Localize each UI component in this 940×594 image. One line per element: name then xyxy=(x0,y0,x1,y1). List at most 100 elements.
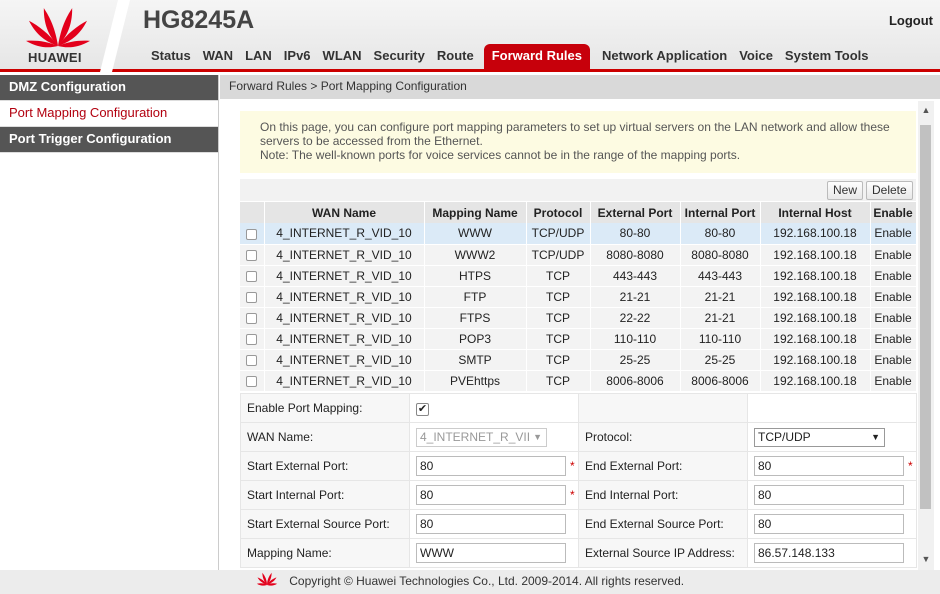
end-external-source-port-label: End External Source Port: xyxy=(578,509,748,539)
scroll-down-icon[interactable]: ▼ xyxy=(918,554,934,568)
end-external-port-input[interactable]: 80 xyxy=(754,456,904,476)
nav-wan[interactable]: WAN xyxy=(197,44,239,70)
cell-protocol: TCP xyxy=(526,370,591,392)
cell-internal-port: 21-21 xyxy=(680,286,761,308)
cell-protocol: TCP/UDP xyxy=(526,223,591,245)
end-internal-port-input[interactable]: 80 xyxy=(754,485,904,505)
table-row[interactable]: 4_INTERNET_R_VID_10 HTPS TCP 443-443 443-443… xyxy=(240,265,917,287)
cell-enable: Enable xyxy=(870,349,917,371)
delete-button[interactable]: Delete xyxy=(866,181,913,200)
content-scrollbar[interactable]: ▲ ▼ xyxy=(918,101,934,570)
required-mark: * xyxy=(570,459,575,473)
main-nav: Status WAN LAN IPv6 WLAN Security Route … xyxy=(145,44,874,70)
col-enable: Enable xyxy=(870,202,917,223)
cell-mapping-name: FTP xyxy=(424,286,527,308)
cell-wan-name: 4_INTERNET_R_VID_10 xyxy=(264,349,425,371)
cell-mapping-name: WWW2 xyxy=(424,244,527,266)
enable-port-mapping-checkbox[interactable]: ✔ xyxy=(416,402,429,416)
row-select-checkbox[interactable] xyxy=(246,375,258,387)
cell-protocol: TCP xyxy=(526,307,591,329)
scroll-up-icon[interactable]: ▲ xyxy=(918,105,934,119)
cell-protocol: TCP xyxy=(526,265,591,287)
start-external-port-input[interactable]: 80 xyxy=(416,456,566,476)
cell-wan-name: 4_INTERNET_R_VID_10 xyxy=(264,265,425,287)
cell-wan-name: 4_INTERNET_R_VID_10 xyxy=(264,307,425,329)
row-select-checkbox[interactable] xyxy=(246,249,258,261)
row-select-checkbox[interactable] xyxy=(246,228,258,240)
nav-security[interactable]: Security xyxy=(368,44,431,70)
port-mapping-form: Enable Port Mapping: ✔ WAN Name: 4_INTER… xyxy=(240,393,917,568)
end-external-source-port-input[interactable]: 80 xyxy=(754,514,904,534)
cell-protocol: TCP xyxy=(526,349,591,371)
cell-internal-host: 192.168.100.18 xyxy=(760,223,871,245)
table-row[interactable]: 4_INTERNET_R_VID_10 SMTP TCP 25-25 25-25 192.… xyxy=(240,349,917,371)
cell-enable: Enable xyxy=(870,223,917,245)
notice-line-2: servers to be accessed from the Ethernet… xyxy=(260,134,483,148)
external-source-ip-input[interactable]: 86.57.148.133 xyxy=(754,543,904,563)
nav-route[interactable]: Route xyxy=(431,44,480,70)
row-select-checkbox[interactable] xyxy=(246,291,258,303)
cell-enable: Enable xyxy=(870,286,917,308)
row-select-checkbox[interactable] xyxy=(246,333,258,345)
cell-enable: Enable xyxy=(870,265,917,287)
huawei-logo-icon xyxy=(256,570,278,594)
mapping-name-input[interactable]: WWW xyxy=(416,543,566,563)
mapping-name-label: Mapping Name: xyxy=(240,538,410,568)
start-external-source-port-label: Start External Source Port: xyxy=(240,509,410,539)
col-select xyxy=(240,202,265,223)
table-row[interactable]: 4_INTERNET_R_VID_10 WWW TCP/UDP 80-80 80-80 1… xyxy=(240,223,917,245)
nav-forward-rules[interactable]: Forward Rules xyxy=(483,44,590,70)
copyright-text: Copyright © Huawei Technologies Co., Ltd… xyxy=(289,574,685,589)
col-internal-port: Internal Port xyxy=(680,202,761,223)
row-select-checkbox[interactable] xyxy=(246,270,258,282)
cell-external-port: 8080-8080 xyxy=(590,244,681,266)
cell-external-port: 8006-8006 xyxy=(590,370,681,392)
chevron-down-icon: ▼ xyxy=(533,431,542,442)
cell-internal-host: 192.168.100.18 xyxy=(760,349,871,371)
end-internal-port-label: End Internal Port: xyxy=(578,480,748,510)
wan-name-label: WAN Name: xyxy=(240,422,410,452)
cell-wan-name: 4_INTERNET_R_VID_10 xyxy=(264,370,425,392)
table-row[interactable]: 4_INTERNET_R_VID_10 FTPS TCP 22-22 21-21 192.… xyxy=(240,307,917,329)
cell-internal-host: 192.168.100.18 xyxy=(760,370,871,392)
cell-wan-name: 4_INTERNET_R_VID_10 xyxy=(264,286,425,308)
scroll-thumb[interactable] xyxy=(920,125,931,509)
nav-status[interactable]: Status xyxy=(145,44,197,70)
start-external-source-port-input[interactable]: 80 xyxy=(416,514,566,534)
external-source-ip-label: External Source IP Address: xyxy=(578,538,748,568)
nav-network-application[interactable]: Network Application xyxy=(596,44,733,70)
nav-ipv6[interactable]: IPv6 xyxy=(278,44,317,70)
logout-link[interactable]: Logout xyxy=(889,13,933,28)
nav-system-tools[interactable]: System Tools xyxy=(779,44,875,70)
table-row[interactable]: 4_INTERNET_R_VID_10 POP3 TCP 110-110 110-110… xyxy=(240,328,917,350)
table-row[interactable]: 4_INTERNET_R_VID_10 FTP TCP 21-21 21-21 192.1… xyxy=(240,286,917,308)
new-button[interactable]: New xyxy=(827,181,864,200)
wan-name-select[interactable]: 4_INTERNET_R_VII ▼ xyxy=(416,427,547,447)
table-row[interactable]: 4_INTERNET_R_VID_10 PVEhttps TCP 8006-8006 8… xyxy=(240,370,917,392)
cell-mapping-name: SMTP xyxy=(424,349,527,371)
end-external-port-label: End External Port: xyxy=(578,451,748,481)
sidebar-item-port-trigger[interactable]: Port Trigger Configuration xyxy=(0,127,218,153)
col-external-port: External Port xyxy=(590,202,681,223)
row-select-checkbox[interactable] xyxy=(246,312,258,324)
cell-internal-port: 8080-8080 xyxy=(680,244,761,266)
protocol-value: TCP/UDP xyxy=(758,429,811,444)
sidebar: DMZ Configuration Port Mapping Configura… xyxy=(0,75,219,570)
cell-enable: Enable xyxy=(870,244,917,266)
port-mapping-table: WAN Name Mapping Name Protocol External … xyxy=(240,202,917,392)
nav-lan[interactable]: LAN xyxy=(239,44,278,70)
row-select-checkbox[interactable] xyxy=(246,354,258,366)
protocol-label: Protocol: xyxy=(578,422,748,452)
cell-external-port: 22-22 xyxy=(590,307,681,329)
table-row[interactable]: 4_INTERNET_R_VID_10 WWW2 TCP/UDP 8080-8080 8… xyxy=(240,244,917,266)
cell-external-port: 80-80 xyxy=(590,223,681,245)
start-internal-port-input[interactable]: 80 xyxy=(416,485,566,505)
protocol-select[interactable]: TCP/UDP ▼ xyxy=(754,427,885,447)
start-internal-port-label: Start Internal Port: xyxy=(240,480,410,510)
sidebar-item-port-mapping[interactable]: Port Mapping Configuration xyxy=(0,101,218,127)
enable-port-mapping-label: Enable Port Mapping: xyxy=(240,393,410,423)
nav-voice[interactable]: Voice xyxy=(733,44,779,70)
cell-protocol: TCP xyxy=(526,328,591,350)
nav-wlan[interactable]: WLAN xyxy=(317,44,368,70)
sidebar-item-dmz[interactable]: DMZ Configuration xyxy=(0,75,218,101)
